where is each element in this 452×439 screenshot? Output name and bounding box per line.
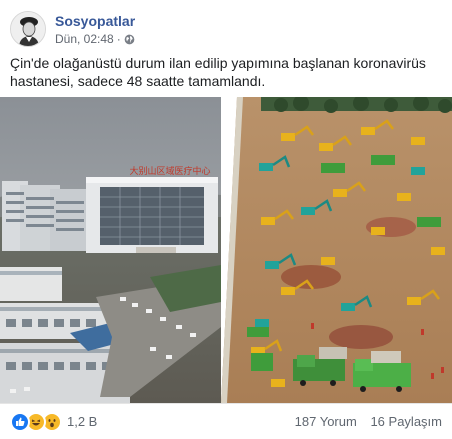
page-name-link[interactable]: Sosyopatlar (55, 12, 135, 30)
shares-count-link[interactable]: 16 Paylaşım (370, 414, 442, 429)
timestamp-row: Dün, 02:48 · (55, 31, 135, 47)
engagement-stats: 187 Yorum 16 Paylaşım (285, 414, 442, 429)
post-photo[interactable]: 大别山区域医疗中心 (0, 97, 452, 403)
post-footer: 1,2 B 187 Yorum 16 Paylaşım (0, 403, 452, 439)
hospital-sign-text: 大别山区域医疗中心 (129, 165, 210, 177)
separator-dot: · (116, 31, 121, 46)
comments-count-link[interactable]: 187 Yorum (295, 414, 357, 429)
page-avatar[interactable] (10, 11, 46, 47)
post-header: Sosyopatlar Dün, 02:48 · (10, 8, 135, 50)
hospital-photo: 大别山区域医疗中心 (0, 97, 221, 403)
post-message: Çin'de olağanüstü durum ilan edilip yapı… (10, 55, 426, 89)
construction-photo (221, 97, 452, 403)
facebook-post-card: Sosyopatlar Dün, 02:48 · Çin'de olağanüs… (0, 0, 452, 439)
reaction-count[interactable]: 1,2 B (67, 414, 97, 429)
post-timestamp[interactable]: Dün, 02:48 (55, 31, 114, 47)
avatar-portrait-icon (11, 12, 45, 46)
post-meta: Sosyopatlar Dün, 02:48 · (55, 12, 135, 47)
globe-icon[interactable] (124, 33, 135, 45)
like-icon (10, 411, 30, 432)
reactions-summary[interactable]: 1,2 B (10, 411, 97, 432)
